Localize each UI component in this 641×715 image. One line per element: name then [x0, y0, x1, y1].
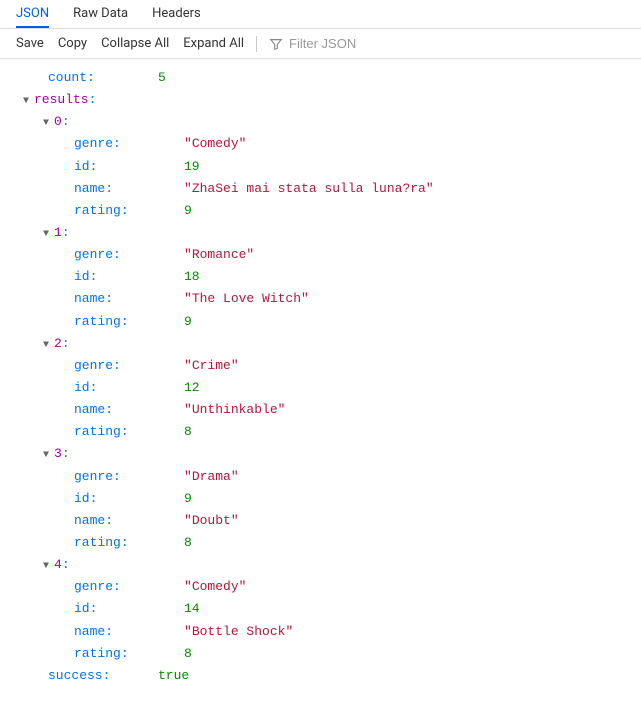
key-results[interactable]: results: [34, 90, 96, 110]
value-name: "Unthinkable" [184, 400, 285, 420]
row-count: ▼ count: 5 [0, 67, 641, 89]
key-id[interactable]: id: [74, 599, 128, 619]
value-genre: "Romance" [184, 245, 254, 265]
value-name: "The Love Witch" [184, 289, 309, 309]
key-rating[interactable]: rating: [74, 644, 129, 664]
row-success: ▼ success: true [0, 665, 641, 687]
row-genre: ▼ genre: "Drama" [0, 466, 641, 488]
row-name: ▼ name: "Doubt" [0, 510, 641, 532]
key-id[interactable]: id: [74, 267, 128, 287]
row-rating: ▼ rating: 9 [0, 311, 641, 333]
value-name: "Bottle Shock" [184, 622, 293, 642]
row-id: ▼ id: 19 [0, 156, 641, 178]
row-rating: ▼ rating: 8 [0, 532, 641, 554]
twisty-icon[interactable]: ▼ [40, 227, 52, 243]
twisty-icon[interactable]: ▼ [40, 559, 52, 575]
row-rating: ▼ rating: 8 [0, 421, 641, 443]
value-rating: 8 [184, 644, 192, 664]
filter-wrap [269, 35, 407, 52]
value-id: 9 [184, 489, 192, 509]
row-index-4: ▼ 4: [0, 554, 641, 576]
row-genre: ▼ genre: "Comedy" [0, 576, 641, 598]
value-id: 14 [184, 599, 200, 619]
row-name: ▼ name: "Unthinkable" [0, 399, 641, 421]
row-results: ▼ results: [0, 89, 641, 111]
collapse-all-button[interactable]: Collapse All [101, 33, 169, 54]
key-index[interactable]: 2: [54, 334, 108, 354]
row-index-3: ▼ 3: [0, 443, 641, 465]
key-index[interactable]: 0: [54, 112, 108, 132]
value-count: 5 [158, 68, 166, 88]
value-success: true [158, 666, 189, 686]
value-id: 12 [184, 378, 200, 398]
key-rating[interactable]: rating: [74, 533, 129, 553]
key-name[interactable]: name: [74, 400, 128, 420]
row-id: ▼ id: 12 [0, 377, 641, 399]
value-rating: 8 [184, 422, 192, 442]
filter-input[interactable] [287, 35, 407, 52]
row-index-0: ▼ 0: [0, 111, 641, 133]
row-name: ▼ name: "Bottle Shock" [0, 621, 641, 643]
key-name[interactable]: name: [74, 289, 128, 309]
key-genre[interactable]: genre: [74, 134, 128, 154]
twisty-icon[interactable]: ▼ [40, 448, 52, 464]
row-genre: ▼ genre: "Comedy" [0, 133, 641, 155]
key-genre[interactable]: genre: [74, 356, 128, 376]
row-id: ▼ id: 18 [0, 266, 641, 288]
key-genre[interactable]: genre: [74, 467, 128, 487]
expand-all-button[interactable]: Expand All [183, 33, 244, 54]
key-id[interactable]: id: [74, 489, 128, 509]
key-rating[interactable]: rating: [74, 201, 129, 221]
key-index[interactable]: 1: [54, 223, 108, 243]
key-rating[interactable]: rating: [74, 422, 129, 442]
tab-headers[interactable]: Headers [152, 0, 201, 28]
value-rating: 9 [184, 201, 192, 221]
row-genre: ▼ genre: "Crime" [0, 355, 641, 377]
toolbar: Save Copy Collapse All Expand All [0, 29, 641, 59]
row-rating: ▼ rating: 8 [0, 643, 641, 665]
row-index-1: ▼ 1: [0, 222, 641, 244]
key-id[interactable]: id: [74, 378, 128, 398]
row-name: ▼ name: "ZhaSei mai stata sulla luna?ra" [0, 178, 641, 200]
value-rating: 8 [184, 533, 192, 553]
tab-json[interactable]: JSON [16, 0, 49, 28]
key-id[interactable]: id: [74, 157, 128, 177]
key-name[interactable]: name: [74, 622, 128, 642]
row-rating: ▼ rating: 9 [0, 200, 641, 222]
row-genre: ▼ genre: "Romance" [0, 244, 641, 266]
key-name[interactable]: name: [74, 179, 128, 199]
key-rating[interactable]: rating: [74, 312, 129, 332]
json-tree: ▼ count: 5 ▼ results: ▼ 0: ▼ genre: "Com… [0, 59, 641, 699]
toolbar-separator [256, 36, 257, 52]
twisty-icon[interactable]: ▼ [20, 94, 32, 110]
value-name: "Doubt" [184, 511, 239, 531]
row-id: ▼ id: 14 [0, 598, 641, 620]
row-index-2: ▼ 2: [0, 333, 641, 355]
twisty-icon[interactable]: ▼ [40, 116, 52, 132]
value-id: 18 [184, 267, 200, 287]
value-rating: 9 [184, 312, 192, 332]
save-button[interactable]: Save [16, 33, 44, 54]
tabs-bar: JSON Raw Data Headers [0, 0, 641, 29]
value-genre: "Comedy" [184, 134, 246, 154]
row-id: ▼ id: 9 [0, 488, 641, 510]
key-index[interactable]: 4: [54, 555, 108, 575]
value-genre: "Drama" [184, 467, 239, 487]
key-name[interactable]: name: [74, 511, 128, 531]
value-name: "ZhaSei mai stata sulla luna?ra" [184, 179, 434, 199]
value-genre: "Comedy" [184, 577, 246, 597]
twisty-icon[interactable]: ▼ [40, 338, 52, 354]
value-genre: "Crime" [184, 356, 239, 376]
key-index[interactable]: 3: [54, 444, 108, 464]
key-success[interactable]: success: [48, 666, 110, 686]
key-genre[interactable]: genre: [74, 577, 128, 597]
tab-raw-data[interactable]: Raw Data [73, 0, 128, 28]
value-id: 19 [184, 157, 200, 177]
key-genre[interactable]: genre: [74, 245, 128, 265]
filter-icon [269, 37, 283, 51]
key-count[interactable]: count: [48, 68, 102, 88]
copy-button[interactable]: Copy [58, 33, 87, 54]
row-name: ▼ name: "The Love Witch" [0, 288, 641, 310]
